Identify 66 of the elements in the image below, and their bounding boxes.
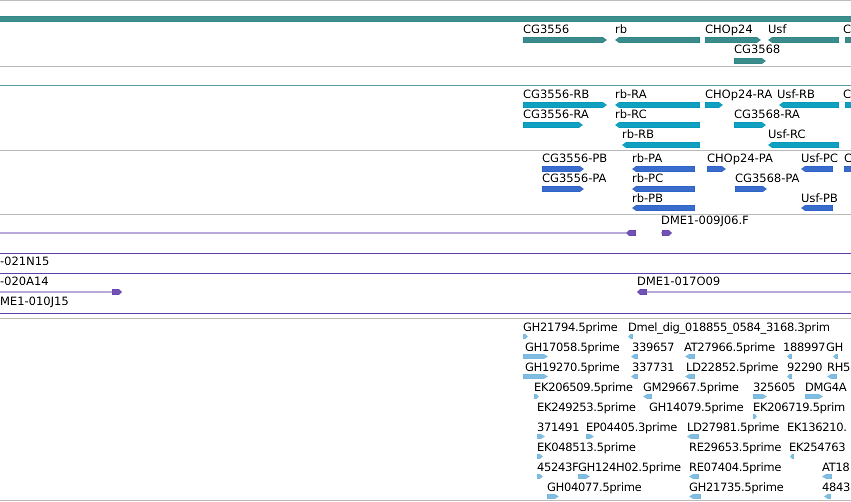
gene-label: CG3568 (734, 42, 780, 56)
transcript-label: Usf-RB (777, 87, 815, 101)
est-label: EK254763 (789, 440, 846, 454)
est-label: 188997 (783, 340, 826, 354)
est-label: GH14079.5prime (649, 400, 744, 414)
protein-label: Usf-PB (801, 191, 838, 205)
est-label: GH124H02.5prime (578, 460, 681, 474)
est-label: EK048513.5prime (537, 440, 636, 454)
transcript-label: CG3556-RA (523, 107, 589, 121)
est-label: GH04077.5prime (547, 480, 642, 494)
est-label: 371491 (537, 420, 580, 434)
protein-label: CG3556-PA (542, 171, 606, 185)
est-label: EK206509.5prime (534, 380, 633, 394)
clone-label: DME1-009J06.F (661, 213, 749, 227)
protein-label: rb-PB (632, 191, 664, 205)
transcript-label: rb-RB (622, 127, 654, 141)
est-label: EP04405.3prime (586, 420, 678, 434)
est-label: GM29667.5prime (643, 380, 739, 394)
est-label: RE29653.5prime (689, 440, 782, 454)
est-label: EK136210. (787, 420, 847, 434)
est-label: LD27981.5prime (687, 420, 780, 434)
est-label: GH (826, 340, 843, 354)
est-label: AT18 (822, 460, 850, 474)
transcript-label: CHOp24-RA (705, 87, 772, 101)
est-label: RH5 (827, 360, 850, 374)
gene-label: CG3556 (523, 22, 570, 36)
transcript-glyph (845, 102, 851, 108)
transcript-label: C (843, 87, 851, 101)
protein-label: CG3568-PA (735, 171, 800, 185)
est-label: 92290 (787, 360, 822, 374)
est-label: EK206719.5prim (753, 400, 845, 414)
est-label: 4843 (822, 480, 850, 494)
est-label: 337731 (632, 360, 674, 374)
gene-label: rb (615, 22, 628, 36)
est-label: GH21794.5prime (523, 320, 618, 334)
gene-glyph (845, 37, 851, 43)
clone-label: DME1-017O09 (637, 274, 720, 288)
protein-label: CHOp24-PA (707, 151, 773, 165)
est-label: EK249253.5prime (537, 400, 636, 414)
gene-label: C (843, 22, 851, 36)
est-label: GH17058.5prime (525, 340, 620, 354)
est-label: 339657 (632, 340, 674, 354)
transcript-label: CG3568-RA (734, 107, 800, 121)
est-label: Dmel_dig_018855_0584_3168.3prim (628, 320, 830, 334)
protein-label: rb-PC (632, 171, 664, 185)
protein-label: Usf-PC (801, 151, 838, 165)
est-label: DMG4A (805, 380, 846, 394)
est-label: RE07404.5prime (689, 460, 782, 474)
est-label: GH19270.5prime (525, 360, 620, 374)
est-label: 45243F (537, 460, 578, 474)
transcript-label: Usf-RC (768, 127, 806, 141)
est-label: GH21735.5prime (689, 480, 784, 494)
est-label: LD22852.5prime (686, 360, 778, 374)
est-label: 325605 (753, 380, 796, 394)
clone-label: -020A14 (0, 274, 49, 288)
gene-label: Usf (768, 22, 786, 36)
transcript-label: rb-RA (615, 87, 647, 101)
protein-glyph (844, 166, 851, 172)
transcript-label: CG3556-RB (523, 87, 590, 101)
transcript-label: rb-RC (615, 107, 647, 121)
gene-label: CHOp24 (705, 22, 753, 36)
protein-label: CG3556-PB (542, 151, 608, 165)
clone-label: -021N15 (0, 254, 50, 268)
protein-label: rb-PA (632, 151, 662, 165)
clone-label: ME1-010J15 (0, 294, 69, 308)
est-label: AT27966.5prime (684, 340, 775, 354)
